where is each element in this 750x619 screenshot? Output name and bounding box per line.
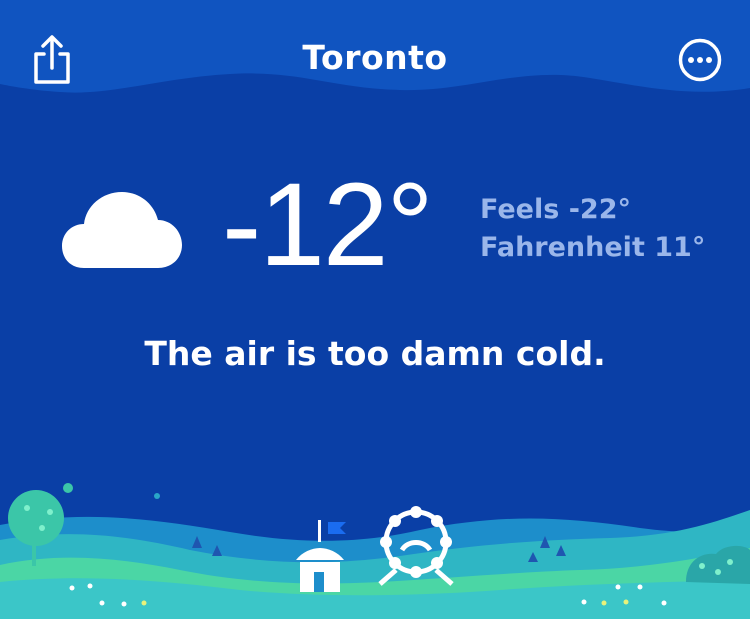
weather-message: The air is too damn cold. (144, 334, 606, 373)
more-options-icon[interactable] (678, 38, 722, 82)
secondary-temps: Feels -22° Fahrenheit 11° (480, 191, 705, 267)
current-temperature: -12° (222, 159, 434, 291)
house-icon (296, 520, 346, 592)
weather-screen: Toronto -12° Feels -22° Fahrenheit 11° T… (0, 0, 750, 619)
page-title: Toronto (302, 38, 448, 77)
landscape-scene (0, 483, 750, 619)
fahrenheit-temp: Fahrenheit 11° (480, 232, 706, 263)
header-bar: Toronto (0, 0, 750, 110)
feels-like-temp: Feels -22° (480, 194, 631, 225)
cloud-icon (62, 192, 182, 268)
